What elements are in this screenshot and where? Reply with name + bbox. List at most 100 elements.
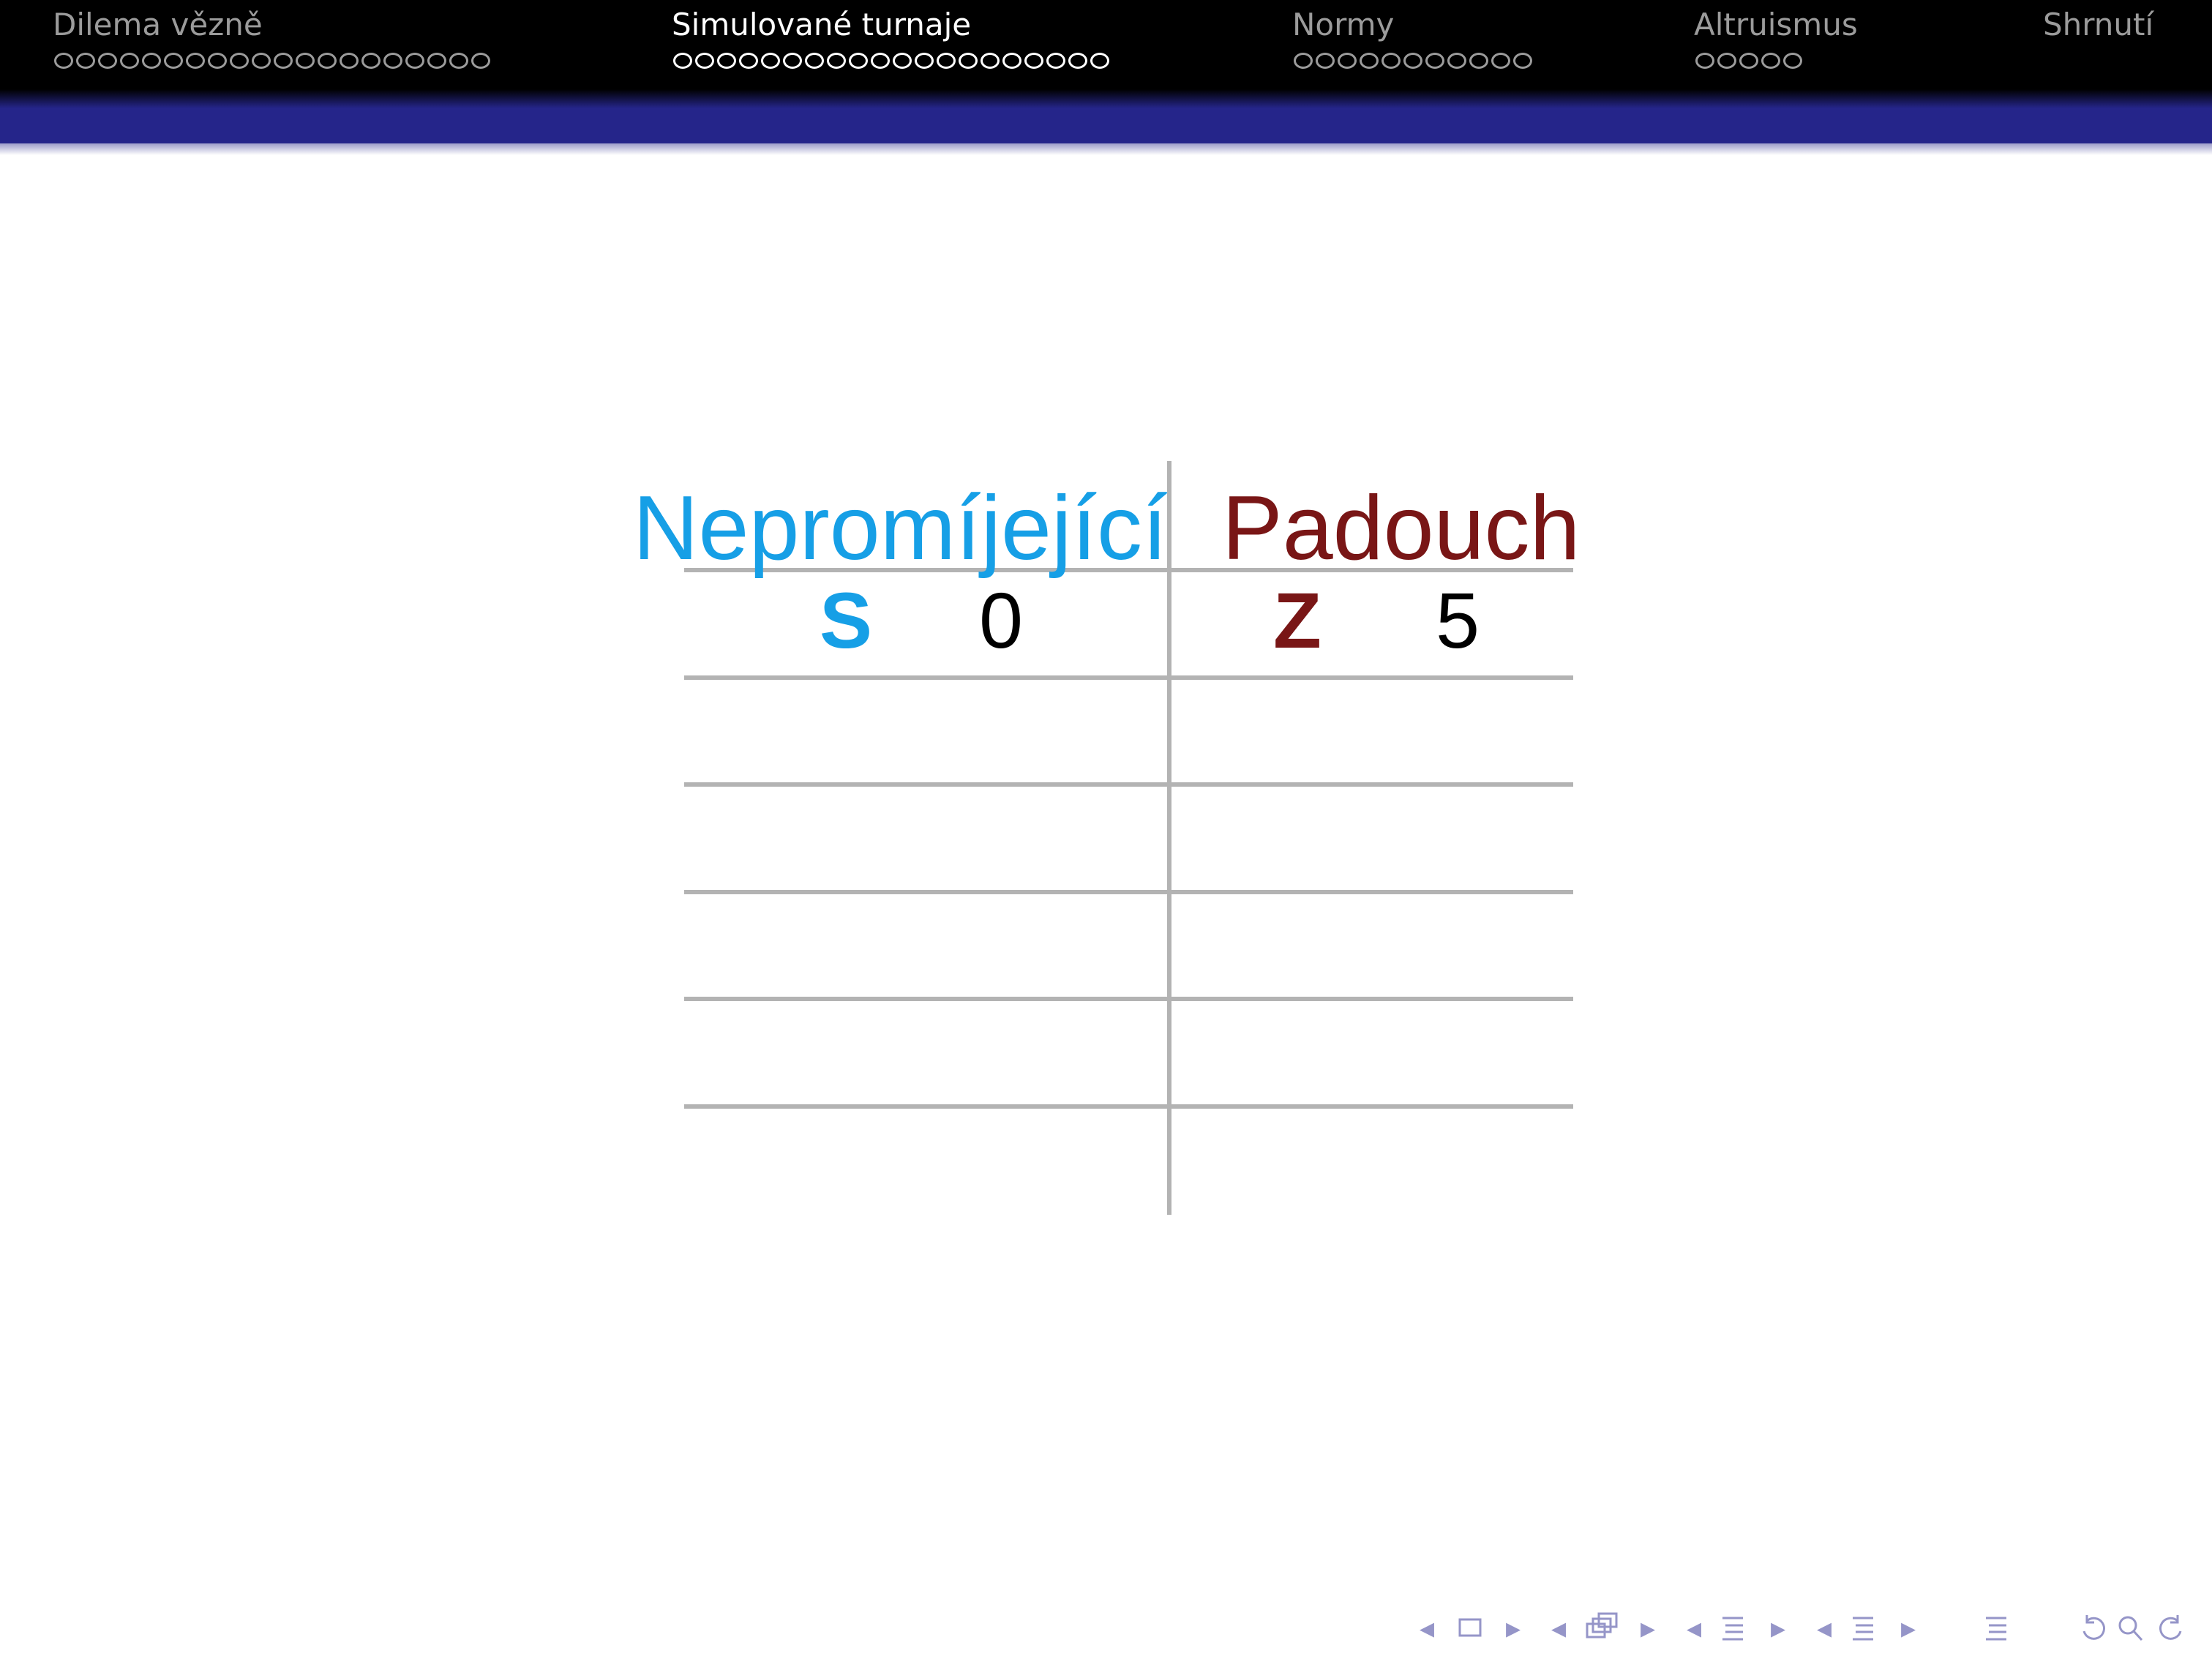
arrow-left-icon[interactable]: ◂ bbox=[1551, 1606, 1566, 1650]
search-icon[interactable] bbox=[2116, 1612, 2145, 1644]
game-score-table: Nepromíjející Padouch S 0 Z 5 bbox=[629, 454, 1581, 1222]
frame-dot[interactable] bbox=[783, 53, 802, 69]
frame-dot[interactable] bbox=[1068, 53, 1087, 69]
frame-dot[interactable] bbox=[1425, 53, 1444, 69]
frame-dot[interactable] bbox=[1469, 53, 1488, 69]
frame-dot[interactable] bbox=[1090, 53, 1109, 69]
undo-icon[interactable] bbox=[2154, 1612, 2186, 1644]
frame-dot[interactable] bbox=[673, 53, 692, 69]
section-icon[interactable] bbox=[1720, 1612, 1746, 1644]
section-normy[interactable]: Normy bbox=[1292, 4, 1532, 69]
section-dilema-vezne[interactable]: Dilema vězně bbox=[53, 4, 490, 69]
frame-dot[interactable] bbox=[120, 53, 139, 69]
frame-dot[interactable] bbox=[1447, 53, 1466, 69]
section-icon[interactable] bbox=[1850, 1612, 1876, 1644]
frame-dot[interactable] bbox=[1024, 53, 1043, 69]
frame-dot[interactable] bbox=[427, 53, 446, 69]
arrow-left-icon[interactable]: ◂ bbox=[1817, 1606, 1832, 1650]
frame-dot[interactable] bbox=[739, 53, 758, 69]
header-band bbox=[0, 108, 2212, 143]
section-navigation-bar: Dilema vězně Simulované turnaje Normy Al… bbox=[0, 0, 2212, 95]
frame-dot[interactable] bbox=[761, 53, 780, 69]
frame-dot[interactable] bbox=[54, 53, 73, 69]
frame-dot[interactable] bbox=[937, 53, 956, 69]
frame-dot[interactable] bbox=[76, 53, 95, 69]
frame-dot[interactable] bbox=[1046, 53, 1065, 69]
section-title[interactable]: Simulované turnaje bbox=[672, 4, 1109, 45]
left-score-cell: 0 bbox=[979, 576, 1024, 664]
frame-dot[interactable] bbox=[893, 53, 912, 69]
row-line bbox=[684, 890, 1573, 894]
frame-dot[interactable] bbox=[186, 53, 205, 69]
left-player-header: Nepromíjející bbox=[633, 478, 1168, 579]
frame-dot[interactable] bbox=[1316, 53, 1335, 69]
section-title[interactable]: Normy bbox=[1292, 4, 1532, 45]
frame-dot[interactable] bbox=[1294, 53, 1313, 69]
arrow-left-icon[interactable]: ◂ bbox=[1687, 1606, 1701, 1650]
frame-dot[interactable] bbox=[405, 53, 424, 69]
frame-dot[interactable] bbox=[871, 53, 890, 69]
frame-dot[interactable] bbox=[695, 53, 714, 69]
frame-dot[interactable] bbox=[1002, 53, 1021, 69]
frame-dots bbox=[54, 53, 490, 69]
section-title[interactable]: Dilema vězně bbox=[53, 4, 490, 45]
frame-dot[interactable] bbox=[1360, 53, 1379, 69]
arrow-right-icon[interactable]: ▸ bbox=[1506, 1606, 1521, 1650]
frame-dot[interactable] bbox=[827, 53, 846, 69]
section-simulovane-turnaje[interactable]: Simulované turnaje bbox=[672, 4, 1109, 69]
section-title[interactable]: Altruismus bbox=[1694, 4, 1858, 45]
row-line bbox=[684, 782, 1573, 787]
right-move-cell: Z bbox=[1273, 576, 1321, 664]
frame-dot[interactable] bbox=[230, 53, 249, 69]
frame-dot[interactable] bbox=[1783, 53, 1802, 69]
right-player-header: Padouch bbox=[1222, 478, 1581, 579]
frame-dot[interactable] bbox=[208, 53, 227, 69]
left-move-cell: S bbox=[820, 576, 873, 664]
frame-dot[interactable] bbox=[142, 53, 161, 69]
frame-dot[interactable] bbox=[296, 53, 315, 69]
frame-dot[interactable] bbox=[1695, 53, 1714, 69]
frame-dot[interactable] bbox=[1761, 53, 1780, 69]
frame-dot[interactable] bbox=[98, 53, 117, 69]
section-title[interactable]: Shrnutí bbox=[2043, 4, 2153, 45]
section-altruismus[interactable]: Altruismus bbox=[1694, 4, 1858, 69]
frame-dot[interactable] bbox=[361, 53, 380, 69]
header-shadow bbox=[0, 143, 2212, 155]
frame-dot[interactable] bbox=[471, 53, 490, 69]
frame-dot[interactable] bbox=[1381, 53, 1401, 69]
frame-dot[interactable] bbox=[252, 53, 271, 69]
arrow-right-icon[interactable]: ▸ bbox=[1641, 1606, 1655, 1650]
frame-dot[interactable] bbox=[717, 53, 736, 69]
frame-dot[interactable] bbox=[383, 53, 402, 69]
frame-dots bbox=[1294, 53, 1532, 69]
frame-dot[interactable] bbox=[1338, 53, 1357, 69]
frame-icon[interactable] bbox=[1456, 1612, 1485, 1641]
frame-dot[interactable] bbox=[915, 53, 934, 69]
frame-dot[interactable] bbox=[849, 53, 868, 69]
frame-dot[interactable] bbox=[805, 53, 824, 69]
row-line bbox=[684, 997, 1573, 1001]
frame-dot[interactable] bbox=[164, 53, 183, 69]
frame-dot[interactable] bbox=[981, 53, 1000, 69]
back-icon[interactable] bbox=[2078, 1612, 2110, 1644]
row-line bbox=[684, 1104, 1573, 1109]
frame-dot[interactable] bbox=[1491, 53, 1510, 69]
arrow-left-icon[interactable]: ◂ bbox=[1420, 1606, 1434, 1650]
subsection-icon[interactable] bbox=[1584, 1612, 1619, 1644]
arrow-right-icon[interactable]: ▸ bbox=[1901, 1606, 1916, 1650]
appendix-icon[interactable] bbox=[1983, 1612, 2009, 1644]
frame-dot[interactable] bbox=[340, 53, 359, 69]
right-score-cell: 5 bbox=[1436, 576, 1480, 664]
frame-dots bbox=[673, 53, 1109, 69]
frame-dot[interactable] bbox=[1403, 53, 1422, 69]
frame-dot[interactable] bbox=[318, 53, 337, 69]
frame-dots bbox=[1695, 53, 1858, 69]
frame-dot[interactable] bbox=[1513, 53, 1532, 69]
arrow-right-icon[interactable]: ▸ bbox=[1771, 1606, 1785, 1650]
frame-dot[interactable] bbox=[1717, 53, 1736, 69]
frame-dot[interactable] bbox=[959, 53, 978, 69]
frame-dot[interactable] bbox=[449, 53, 468, 69]
section-shrnuti[interactable]: Shrnutí bbox=[2043, 4, 2153, 53]
frame-dot[interactable] bbox=[274, 53, 293, 69]
frame-dot[interactable] bbox=[1739, 53, 1758, 69]
